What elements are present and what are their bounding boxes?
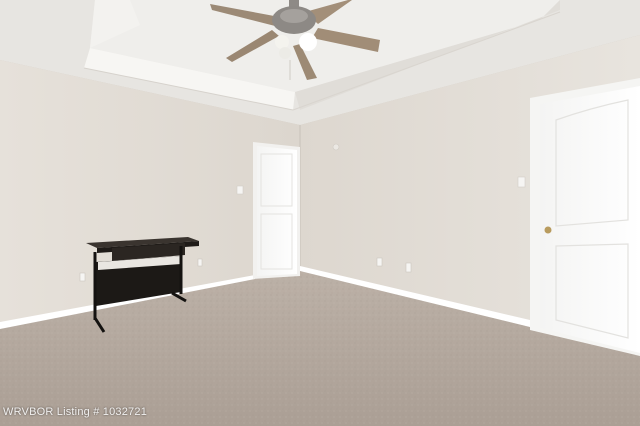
smoke-detector [332,143,340,151]
outlet [376,257,383,267]
light-switch-right [517,176,526,188]
outlet [405,262,412,273]
outlet [79,272,86,282]
door-right[interactable] [530,78,640,356]
listing-watermark: WRVBOR Listing # 1032721 [3,406,148,418]
room-photo: WRVBOR Listing # 1032721 [0,0,640,426]
door-left[interactable] [253,142,300,279]
outlet [197,258,203,267]
light-switch-left [236,185,244,195]
room-illustration [0,0,640,426]
door-knob-icon[interactable] [544,226,552,234]
